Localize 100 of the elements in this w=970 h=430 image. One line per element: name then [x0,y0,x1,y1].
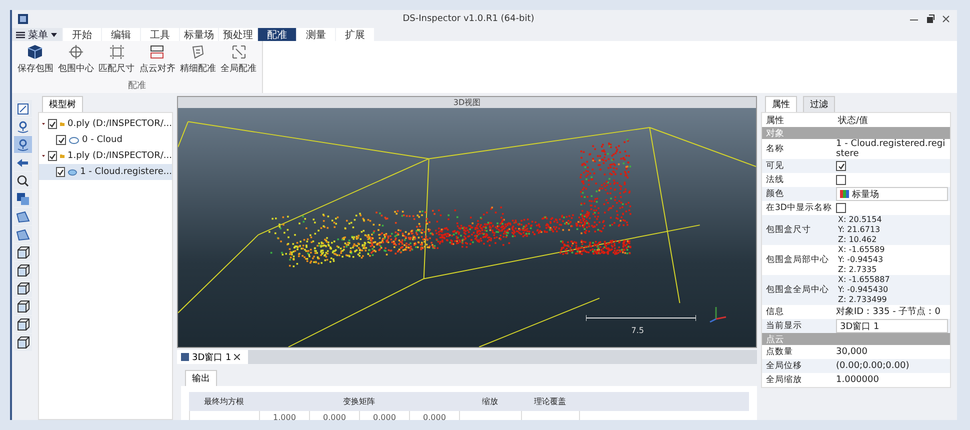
column-header: 属性 [765,114,785,127]
table-cell: 0.000 [309,411,359,420]
checkmark-icon [57,168,64,176]
toolbar-button[interactable] [14,334,32,351]
checkbox[interactable] [48,119,58,129]
search-icon [16,174,30,188]
column-header: 理论覆盖 [533,396,567,408]
tree-item-label[interactable]: 0 - Cloud [82,135,122,145]
property-label: 包围盒尺寸 [762,215,834,245]
checkbox[interactable] [836,161,846,171]
panel-tab[interactable]: 输出 [185,370,217,386]
ribbon-tab[interactable]: 工具 [141,28,179,41]
property-value: X: 20.5154 Y: 21.6713 Z: 10.462 [837,215,883,245]
ribbon-button[interactable]: 保存包围 [16,44,55,79]
toolbar-button[interactable] [14,154,32,171]
property-label: 全局位移 [762,359,834,373]
cloud-icon [69,136,79,144]
app-logo-icon [18,14,28,24]
checkbox[interactable] [836,203,846,213]
align-icon [149,44,166,60]
scale-bar-icon [586,315,696,321]
selected-tree-row[interactable]: 1 - Cloud.registere... [39,164,172,180]
toolbar-button[interactable] [14,298,32,315]
ribbon-button[interactable]: 点云对齐 [138,44,177,79]
checkbox[interactable] [836,175,846,185]
toolbar-button[interactable] [14,226,32,243]
column-header: 变换矩阵 [342,396,376,408]
3d-viewport[interactable]: 3D视图 7.5 [177,96,757,348]
ribbon-tab[interactable]: 预处理 [219,28,257,41]
tree-item-label[interactable]: 1.ply (D:/INSPECTOR/... [68,151,172,161]
ribbon-button[interactable]: 全局配准 [219,44,258,79]
window-title: DS-Inspector v1.0.R1 (64-bit) [402,14,536,24]
ribbon-tab[interactable]: 扩展 [336,28,374,41]
folder-icon [60,120,65,128]
cube-icon [27,44,44,60]
shape-icon [16,228,30,242]
checkmark-icon [49,152,56,160]
axis-gizmo-icon [708,305,728,323]
checkbox[interactable] [48,151,58,161]
ribbon-button[interactable]: 匹配尺寸 [97,44,136,79]
property-value: X: -1.655887 Y: -0.945430 Z: 2.733499 [837,275,891,305]
toolbar-button[interactable] [14,118,32,135]
tree-item-label[interactable]: 1 - Cloud.registere... [80,167,172,177]
section-header: 对象 [762,127,950,139]
menu-icon [16,30,25,38]
checkbox[interactable] [56,167,66,177]
ribbon-tab[interactable]: 测量 [297,28,335,41]
toolbar-button[interactable] [14,208,32,225]
property-label: 包围盒全局中心 [762,275,834,305]
checkmark-icon [838,162,844,170]
panel-tab[interactable]: 属性 [765,96,797,112]
zoom-fit-icon [16,102,30,116]
target-icon [68,44,84,60]
ribbon-tab[interactable]: 配准 [258,28,296,41]
menu-button[interactable]: 菜单 [12,28,62,41]
ribbon-tab[interactable]: 开始 [63,28,101,41]
table-cell: 0.000 [409,411,459,420]
toolbar-button[interactable] [14,100,32,117]
toolbar-button[interactable] [14,172,32,189]
close-icon[interactable] [941,14,951,24]
caret-icon [51,32,57,36]
property-value: X: -1.65589 Y: -0.94543 Z: 2.7335 [837,245,886,275]
checkmark-icon [58,136,64,144]
tree-item-label[interactable]: 0.ply (D:/INSPECTOR/... [68,119,172,129]
close-icon[interactable] [234,354,240,360]
column-header: 最终均方根 [203,396,245,408]
cloud-icon [68,168,78,176]
table-cell [521,411,579,420]
dropdown[interactable]: 3D窗口 1 [836,319,948,333]
property-value: 30,000 [836,347,868,357]
property-value: 1 - Cloud.registered.registere [836,139,946,159]
window-icon [181,353,189,361]
section-header: 点云 [762,333,950,345]
column-header: 状态/值 [837,114,870,127]
panel-tab[interactable]: 模型树 [42,96,83,112]
property-label: 当前显示 [762,319,834,333]
toolbar-button[interactable] [14,190,32,207]
pin-icon [16,120,30,134]
toolbar-button[interactable] [14,280,32,297]
restore-icon[interactable] [925,14,935,24]
ribbon-button[interactable]: 包围中心 [56,44,96,79]
panel-tab[interactable]: 过滤 [803,96,835,112]
cube-icon [16,282,30,296]
view-tab[interactable]: 3D窗口 1 [177,350,248,364]
layers-icon [16,192,30,206]
property-label: 可见 [762,159,834,173]
toolbar-button[interactable] [14,262,32,279]
ribbon-tab[interactable]: 编辑 [102,28,140,41]
cube-icon [16,318,30,332]
dropdown[interactable]: 标量场 [836,187,948,201]
toolbar-button[interactable] [14,244,32,261]
ribbon-group-label: 配准 [127,80,147,93]
frame-icon [108,44,125,60]
shape-icon [16,210,30,224]
ribbon-button[interactable]: 精细配准 [178,44,218,79]
cube-icon [16,246,30,260]
ribbon-tab[interactable]: 标量场 [180,28,218,41]
checkbox[interactable] [56,135,66,145]
toolbar-button[interactable] [14,316,32,333]
viewport-title: 3D视图 [178,97,756,108]
